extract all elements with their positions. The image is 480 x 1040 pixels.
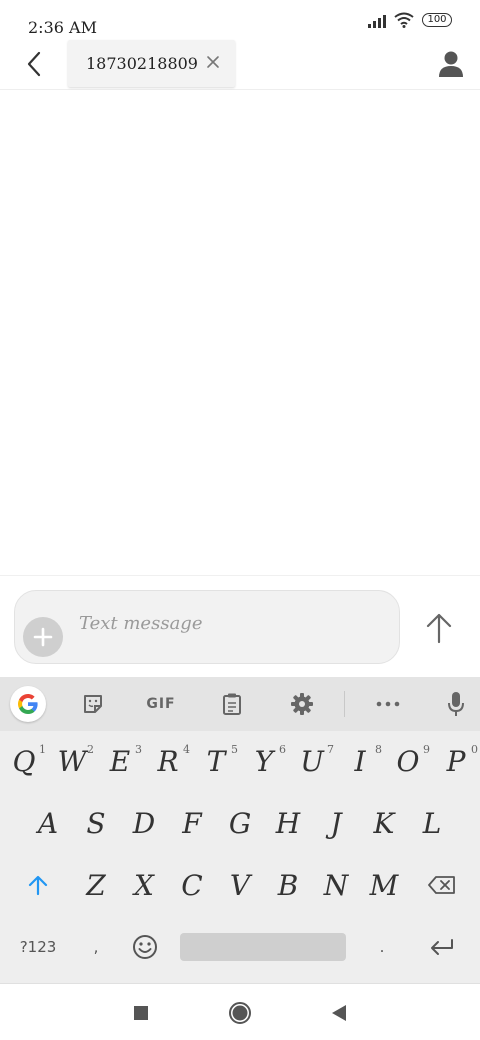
close-icon[interactable] <box>205 54 221 70</box>
back-arrow-icon <box>27 51 41 77</box>
google-icon <box>18 694 38 714</box>
more-button[interactable] <box>372 687 404 721</box>
compose-box <box>14 590 400 664</box>
home-button[interactable] <box>225 998 255 1028</box>
key-y[interactable]: Y6 <box>240 733 288 789</box>
google-search-button[interactable] <box>10 686 46 722</box>
more-icon <box>376 701 400 707</box>
status-bar: 2:36 AM 100 <box>0 0 480 38</box>
recipient-number: 18730218809 <box>86 54 198 73</box>
clipboard-button[interactable] <box>217 687 247 721</box>
backspace-icon <box>428 876 455 894</box>
keyboard: GIF Q 1 W 2 E 3 R 4 T 5 Y 6 U 7 I 8 O 9 … <box>0 677 480 983</box>
navigation-bar <box>0 983 480 1040</box>
key-f[interactable]: F <box>168 795 216 851</box>
nav-back-button[interactable] <box>324 998 354 1028</box>
key-j[interactable]: J <box>312 795 360 851</box>
key-i[interactable]: I8 <box>336 733 384 789</box>
recipient-chip[interactable]: 18730218809 <box>68 40 235 87</box>
space-key[interactable] <box>180 933 346 961</box>
period-key[interactable]: . <box>358 919 406 975</box>
key-b[interactable]: B <box>264 857 312 913</box>
key-v[interactable]: V <box>216 857 264 913</box>
enter-icon <box>431 939 453 955</box>
wifi-icon <box>394 12 414 28</box>
key-n[interactable]: N <box>312 857 360 913</box>
recents-button[interactable] <box>126 998 156 1028</box>
battery-icon: 100 <box>422 13 452 27</box>
key-g[interactable]: G <box>216 795 264 851</box>
key-c[interactable]: C <box>168 857 216 913</box>
key-s[interactable]: S <box>72 795 120 851</box>
key-m[interactable]: M <box>360 857 408 913</box>
status-icons: 100 <box>368 12 452 28</box>
toolbar-divider <box>344 691 345 717</box>
key-q[interactable]: Q1 <box>0 733 48 789</box>
back-button[interactable] <box>20 48 48 80</box>
settings-button[interactable] <box>287 687 317 721</box>
conversation-header: 18730218809 <box>0 38 480 90</box>
shift-icon <box>28 875 48 896</box>
compose-row <box>0 577 480 677</box>
person-icon[interactable] <box>438 50 464 78</box>
enter-key[interactable] <box>414 919 470 975</box>
clipboard-icon <box>223 693 241 715</box>
emoji-key[interactable] <box>122 919 168 975</box>
keyboard-toolbar: GIF <box>0 677 480 731</box>
key-l[interactable]: L <box>408 795 456 851</box>
shift-key[interactable] <box>10 857 66 913</box>
comma-key[interactable]: , <box>72 919 120 975</box>
microphone-icon <box>448 692 464 716</box>
message-input[interactable] <box>79 609 379 637</box>
status-time: 2:36 AM <box>28 20 97 34</box>
key-w[interactable]: W2 <box>48 733 96 789</box>
key-p[interactable]: P0 <box>432 733 480 789</box>
symbols-key[interactable]: ?123 <box>8 919 68 975</box>
backspace-key[interactable] <box>414 857 470 913</box>
home-circle-icon <box>229 1002 251 1024</box>
emoji-icon <box>133 935 157 959</box>
signal-icon <box>368 12 386 28</box>
gear-icon <box>291 693 313 715</box>
key-a[interactable]: A <box>24 795 72 851</box>
sticker-icon <box>84 695 102 713</box>
add-attachment-button[interactable] <box>23 617 63 657</box>
key-u[interactable]: U7 <box>288 733 336 789</box>
key-h[interactable]: H <box>264 795 312 851</box>
key-d[interactable]: D <box>120 795 168 851</box>
arrow-up-icon[interactable] <box>424 612 454 644</box>
message-area <box>0 91 480 576</box>
key-e[interactable]: E3 <box>96 733 144 789</box>
triangle-back-icon <box>332 1005 346 1021</box>
key-z[interactable]: Z <box>72 857 120 913</box>
gif-button[interactable]: GIF <box>142 687 180 721</box>
key-o[interactable]: O9 <box>384 733 432 789</box>
key-r[interactable]: R4 <box>144 733 192 789</box>
key-t[interactable]: T5 <box>192 733 240 789</box>
voice-input-button[interactable] <box>442 687 470 721</box>
key-x[interactable]: X <box>120 857 168 913</box>
square-icon <box>134 1006 148 1020</box>
sticker-button[interactable] <box>78 687 108 721</box>
gif-label: GIF <box>146 696 176 712</box>
key-k[interactable]: K <box>360 795 408 851</box>
plus-icon <box>33 627 53 647</box>
